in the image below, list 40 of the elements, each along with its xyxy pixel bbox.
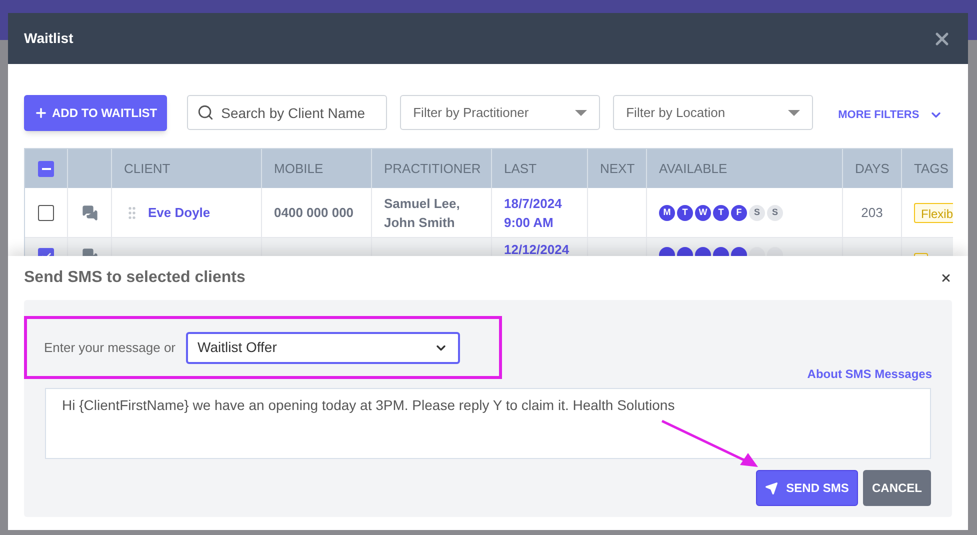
column-header: AVAILABLE (659, 160, 728, 178)
mobile-text: 0400 000 000 (274, 204, 354, 222)
practitioner-text: Samuel Lee, (384, 194, 461, 212)
template-select[interactable]: Waitlist Offer (186, 332, 460, 364)
about-sms-link[interactable]: About SMS Messages (807, 365, 932, 383)
last-visit-text[interactable]: 9:00 AM (504, 212, 575, 232)
column-header: PRACTITIONER (384, 160, 481, 178)
column-header: LAST (504, 160, 537, 178)
tag-badge: Flexib (914, 202, 953, 222)
more-filters-button[interactable]: MORE FILTERS (838, 107, 944, 124)
location-filter[interactable]: Filter by Location (613, 95, 814, 130)
message-text: Hi {ClientFirstName} we have an opening today at 3PM. Please reply Y to claim it. Health Solutions (62, 397, 675, 413)
cancel-button[interactable]: CANCEL (863, 470, 931, 506)
plus-icon (34, 106, 48, 120)
message-label: Enter your message or (44, 338, 176, 357)
add-to-waitlist-button[interactable]: ADD TO WAITLIST (24, 95, 168, 131)
search-icon (197, 104, 214, 121)
client-link[interactable]: Eve Doyle (148, 202, 210, 222)
message-textarea[interactable]: Hi {ClientFirstName} we have an opening today at 3PM. Please reply Y to claim it. Health Solutions (45, 388, 931, 459)
last-visit-text[interactable]: 12/12/2024 (504, 240, 575, 259)
dialog-title: Send SMS to selected clients (24, 268, 246, 288)
close-button[interactable] (940, 272, 952, 284)
caret-icon (788, 110, 800, 116)
chat-icon[interactable] (82, 204, 98, 220)
practitioner-text: John Smith (384, 214, 456, 232)
practitioner-filter[interactable]: Filter by Practitioner (400, 95, 600, 130)
last-visit-text[interactable]: 18/7/2024 (504, 194, 575, 212)
column-header: MOBILE (274, 160, 324, 178)
caret-icon (575, 110, 588, 116)
send-sms-button[interactable]: SEND SMS (756, 470, 858, 506)
days-text: 203 (861, 204, 883, 222)
column-header: TAGS (914, 160, 948, 178)
paper-plane-icon (765, 482, 778, 494)
window-title: Waitlist (24, 29, 74, 48)
column-header: CLIENT (124, 160, 170, 178)
column-header: DAYS (855, 160, 890, 178)
column-header: NEXT (600, 160, 635, 178)
row-checkbox[interactable] (38, 204, 54, 220)
search-field[interactable]: Search by Client Name (187, 95, 388, 130)
select-all-checkbox[interactable] (38, 160, 54, 176)
